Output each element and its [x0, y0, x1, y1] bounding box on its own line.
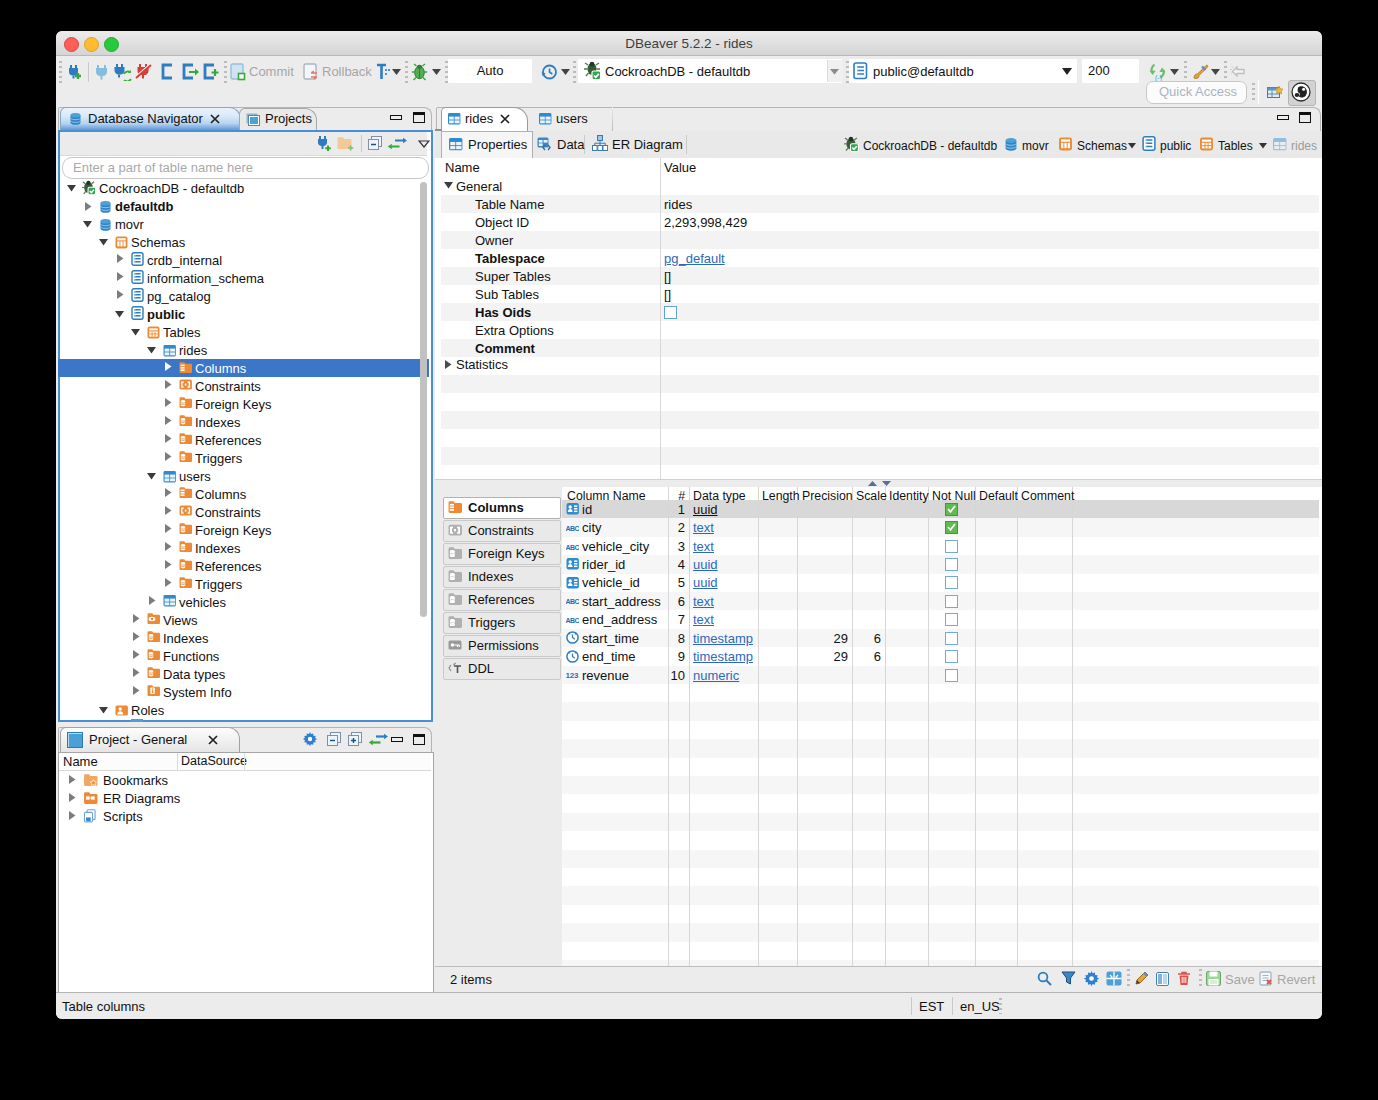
svg-text:(-): (-) — [1155, 74, 1162, 81]
